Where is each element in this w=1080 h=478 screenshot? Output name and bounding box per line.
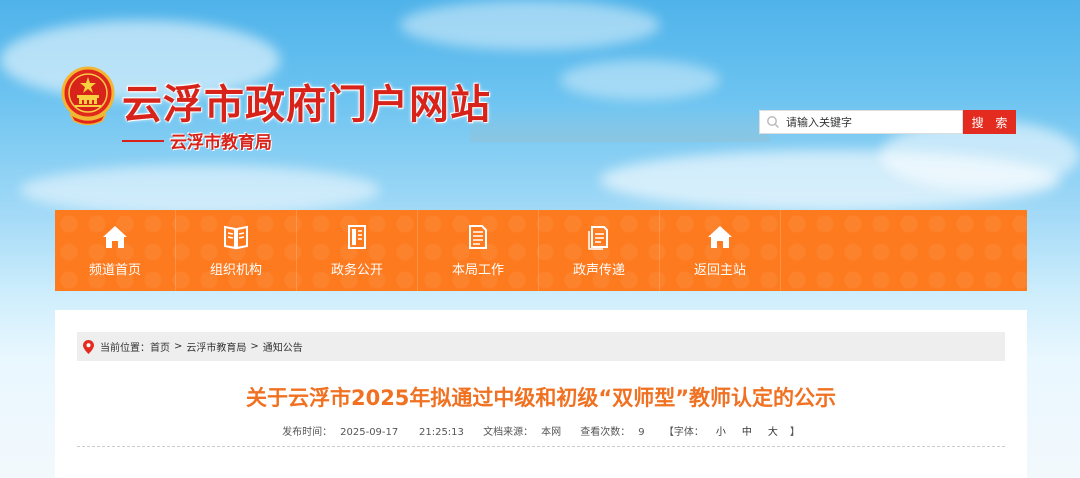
- nav-item-label: 政声传递: [572, 263, 625, 278]
- source-label: 文档来源：: [483, 427, 534, 438]
- city-skyline-decoration: [470, 108, 770, 142]
- cloud-decoration: [20, 165, 380, 215]
- breadcrumb-link-home[interactable]: 首页: [150, 339, 170, 354]
- nav-item-return-main-site[interactable]: 返回主站: [660, 210, 781, 291]
- home-icon: [708, 226, 732, 248]
- breadcrumb: 当前位置： 首页 > 云浮市教育局 > 通知公告: [77, 332, 1005, 361]
- breadcrumb-separator: >: [250, 341, 259, 352]
- font-size-controls: 【字体： 小 中 大】: [660, 427, 804, 438]
- views-value: 9: [638, 427, 645, 438]
- nav-item-organization[interactable]: 组织机构: [176, 210, 297, 291]
- main-nav: 频道首页 组织机构 政务公开 本局工作 政声传递 返回主站: [55, 210, 1027, 291]
- nav-item-government-affairs[interactable]: 政务公开: [297, 210, 418, 291]
- document-source: 文档来源： 本网: [479, 427, 565, 438]
- font-label-close: 】: [789, 427, 800, 438]
- publish-clock: 21:25:13: [418, 427, 464, 438]
- site-title: 云浮市政府门户网站: [122, 81, 491, 128]
- nav-item-policy-voice[interactable]: 政声传递: [539, 210, 660, 291]
- breadcrumb-separator: >: [174, 341, 183, 352]
- nav-item-label: 本局工作: [451, 263, 504, 278]
- search-box: [759, 110, 963, 134]
- nav-item-label: 组织机构: [209, 263, 262, 278]
- nav-item-label: 频道首页: [88, 263, 141, 278]
- publish-label: 发布时间：: [282, 427, 333, 438]
- font-label: 【字体：: [663, 427, 704, 438]
- list-document-icon: [469, 225, 487, 249]
- home-icon: [103, 226, 127, 248]
- document-icon: [348, 225, 366, 249]
- breadcrumb-link-bureau[interactable]: 云浮市教育局: [186, 339, 246, 354]
- views-label: 查看次数：: [580, 427, 631, 438]
- cloud-decoration: [400, 0, 660, 50]
- department-name: 云浮市教育局: [170, 133, 272, 153]
- cloud-decoration: [560, 60, 720, 100]
- source-value: 本网: [541, 427, 562, 438]
- department-subtitle: 云浮市教育局: [122, 128, 272, 153]
- publish-time: 发布时间： 2025-09-17 21:25:13: [278, 427, 468, 438]
- article-title: 关于云浮市2025年拟通过中级和初级“双师型”教师认定的公示: [245, 386, 837, 410]
- meta-divider: [77, 446, 1005, 447]
- location-pin-icon: [83, 339, 94, 354]
- publish-date: 2025-09-17: [340, 427, 399, 438]
- content-panel: 当前位置： 首页 > 云浮市教育局 > 通知公告 关于云浮市2025年拟通过中级…: [55, 310, 1027, 478]
- nav-item-label: 返回主站: [693, 263, 746, 278]
- breadcrumb-link-notices[interactable]: 通知公告: [263, 339, 303, 354]
- font-size-small-button[interactable]: 小: [716, 427, 726, 438]
- notes-icon: [588, 226, 608, 250]
- view-count: 查看次数： 9: [576, 427, 648, 438]
- nav-item-bureau-work[interactable]: 本局工作: [418, 210, 539, 291]
- national-emblem-logo: [60, 66, 116, 128]
- search-button[interactable]: 搜 索: [963, 110, 1016, 134]
- nav-item-channel-home[interactable]: 频道首页: [55, 210, 176, 291]
- font-size-large-button[interactable]: 大: [768, 427, 778, 438]
- font-size-medium-button[interactable]: 中: [742, 427, 752, 438]
- nav-item-label: 政务公开: [330, 263, 383, 278]
- article-meta: 发布时间： 2025-09-17 21:25:13 文档来源： 本网 查看次数： 9 …: [55, 423, 1027, 438]
- book-icon: [224, 225, 248, 250]
- search-icon: [760, 115, 786, 129]
- search-input[interactable]: [786, 115, 956, 129]
- subtitle-dash: [122, 139, 164, 142]
- breadcrumb-prefix: 当前位置：: [100, 343, 150, 354]
